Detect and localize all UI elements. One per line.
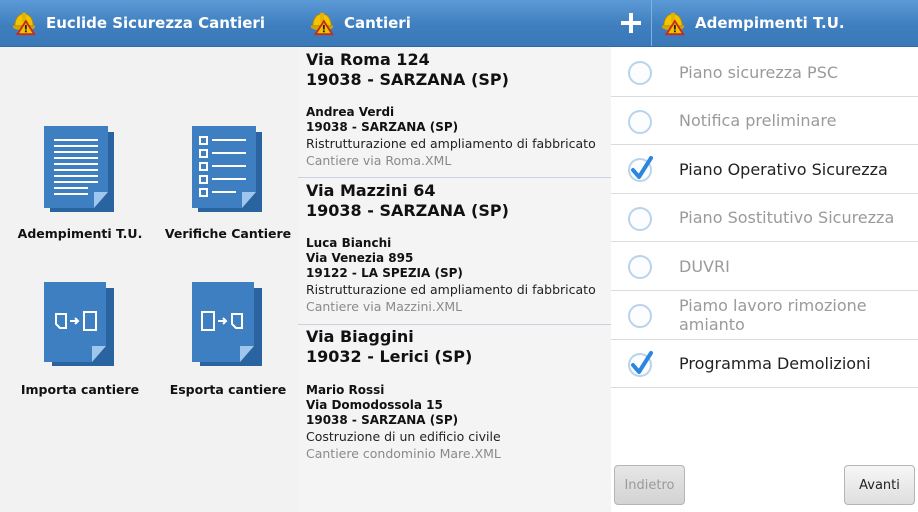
checklist-item[interactable]: Piano sicurezza PSC — [611, 48, 918, 97]
site-city: 19038 - SARZANA (SP) — [306, 201, 509, 220]
checklist-item[interactable]: DUVRI — [611, 242, 918, 291]
site-file: Cantiere condominio Mare.XML — [306, 446, 501, 461]
plus-icon — [621, 13, 641, 33]
checklist-item-label: Piamo lavoro rimozione amianto — [679, 296, 867, 334]
checklist-item-label: Piano sicurezza PSC — [679, 62, 839, 82]
adempimenti-screen: Adempimenti T.U. Piano sicurezza PSC Noti… — [611, 0, 918, 512]
site-contact-line: 19038 - SARZANA (SP) — [306, 120, 459, 134]
checklist-item[interactable]: Piano Sostitutivo Sicurezza — [611, 194, 918, 242]
menu-label: Verifiche Cantiere — [164, 226, 292, 241]
checklist-item-label: DUVRI — [679, 256, 730, 276]
site-address: Via Mazzini 64 — [306, 181, 436, 200]
checklist-item[interactable]: Programma Demolizioni — [611, 340, 918, 388]
checkbox-unchecked-icon[interactable] — [627, 301, 655, 329]
checkbox-unchecked-icon[interactable] — [627, 204, 655, 232]
import-icon — [44, 282, 114, 366]
back-button[interactable]: Indietro — [614, 465, 685, 505]
actionbar: Euclide Sicurezza Cantieri — [0, 0, 298, 47]
checklist-item[interactable]: Piamo lavoro rimozione amianto — [611, 291, 918, 340]
helmet-warning-icon — [11, 11, 37, 36]
site-contact-line: 19122 - LA SPEZIA (SP) — [306, 266, 463, 280]
checklist-item-label: Notifica preliminare — [679, 111, 837, 130]
dashboard-screen: Euclide Sicurezza Cantieri Adempimenti T… — [0, 0, 298, 512]
site-city: 19032 - Lerici (SP) — [306, 347, 473, 366]
actionbar: Adempimenti T.U. — [611, 0, 918, 47]
site-description: Ristrutturazione ed ampliamento di fabbr… — [306, 136, 596, 151]
site-address: Via Roma 124 — [306, 50, 430, 69]
site-description: Ristrutturazione ed ampliamento di fabbr… — [306, 282, 596, 297]
cantieri-screen: Cantieri Via Roma 124 19038 - SARZANA (S… — [298, 0, 611, 512]
app-title: Euclide Sicurezza Cantieri — [46, 14, 265, 32]
menu-label: Adempimenti T.U. — [17, 226, 143, 241]
divider — [298, 177, 611, 178]
checklist-icon — [192, 126, 262, 212]
screen-title: Cantieri — [344, 14, 411, 32]
checkbox-unchecked-icon[interactable] — [627, 107, 655, 135]
menu-label: Esporta cantiere — [169, 382, 287, 397]
menu-adempimenti[interactable]: Adempimenti T.U. — [10, 124, 150, 241]
helmet-warning-icon — [660, 11, 686, 36]
helmet-warning-icon — [309, 11, 335, 36]
divider — [298, 324, 611, 325]
site-contact-line: Luca Bianchi — [306, 236, 392, 250]
site-item[interactable]: Via Biaggini 19032 - Lerici (SP) Mario R… — [298, 327, 611, 462]
add-button[interactable] — [611, 0, 652, 46]
site-file: Cantiere via Roma.XML — [306, 153, 452, 168]
site-contact-line: Via Domodossola 15 — [306, 398, 443, 412]
site-city: 19038 - SARZANA (SP) — [306, 70, 509, 89]
checklist-item[interactable]: Notifica preliminare — [611, 97, 918, 145]
checklist-item[interactable]: Piano Operativo Sicurezza — [611, 145, 918, 194]
site-file: Cantiere via Mazzini.XML — [306, 299, 463, 314]
export-icon — [192, 282, 262, 366]
checkbox-checked-icon[interactable] — [627, 350, 655, 378]
checklist-item-label: Piano Operativo Sicurezza — [679, 159, 888, 179]
checkbox-unchecked-icon[interactable] — [627, 252, 655, 280]
site-address: Via Biaggini — [306, 327, 414, 346]
screen-title: Adempimenti T.U. — [695, 14, 845, 32]
site-item[interactable]: Via Mazzini 64 19038 - SARZANA (SP) Luca… — [298, 181, 611, 315]
checkbox-checked-icon[interactable] — [627, 155, 655, 183]
site-contact-line: Andrea Verdi — [306, 105, 395, 119]
menu-esporta[interactable]: Esporta cantiere — [158, 280, 298, 397]
site-contact-line: 19038 - SARZANA (SP) — [306, 413, 459, 427]
menu-verifiche[interactable]: Verifiche Cantiere — [158, 124, 298, 241]
menu-label: Importa cantiere — [20, 382, 140, 397]
menu-importa[interactable]: Importa cantiere — [10, 280, 150, 397]
site-description: Costruzione di un edificio civile — [306, 429, 501, 444]
document-lines-icon — [44, 126, 114, 212]
actionbar: Cantieri — [298, 0, 611, 47]
checklist-item-label: Programma Demolizioni — [679, 354, 871, 373]
checklist-item-label: Piano Sostitutivo Sicurezza — [679, 208, 895, 227]
site-contact-line: Mario Rossi — [306, 383, 385, 397]
site-item[interactable]: Via Roma 124 19038 - SARZANA (SP) Andrea… — [298, 50, 611, 169]
checkbox-unchecked-icon[interactable] — [627, 58, 655, 86]
site-contact-line: Via Venezia 895 — [306, 251, 414, 265]
next-button[interactable]: Avanti — [844, 465, 915, 505]
